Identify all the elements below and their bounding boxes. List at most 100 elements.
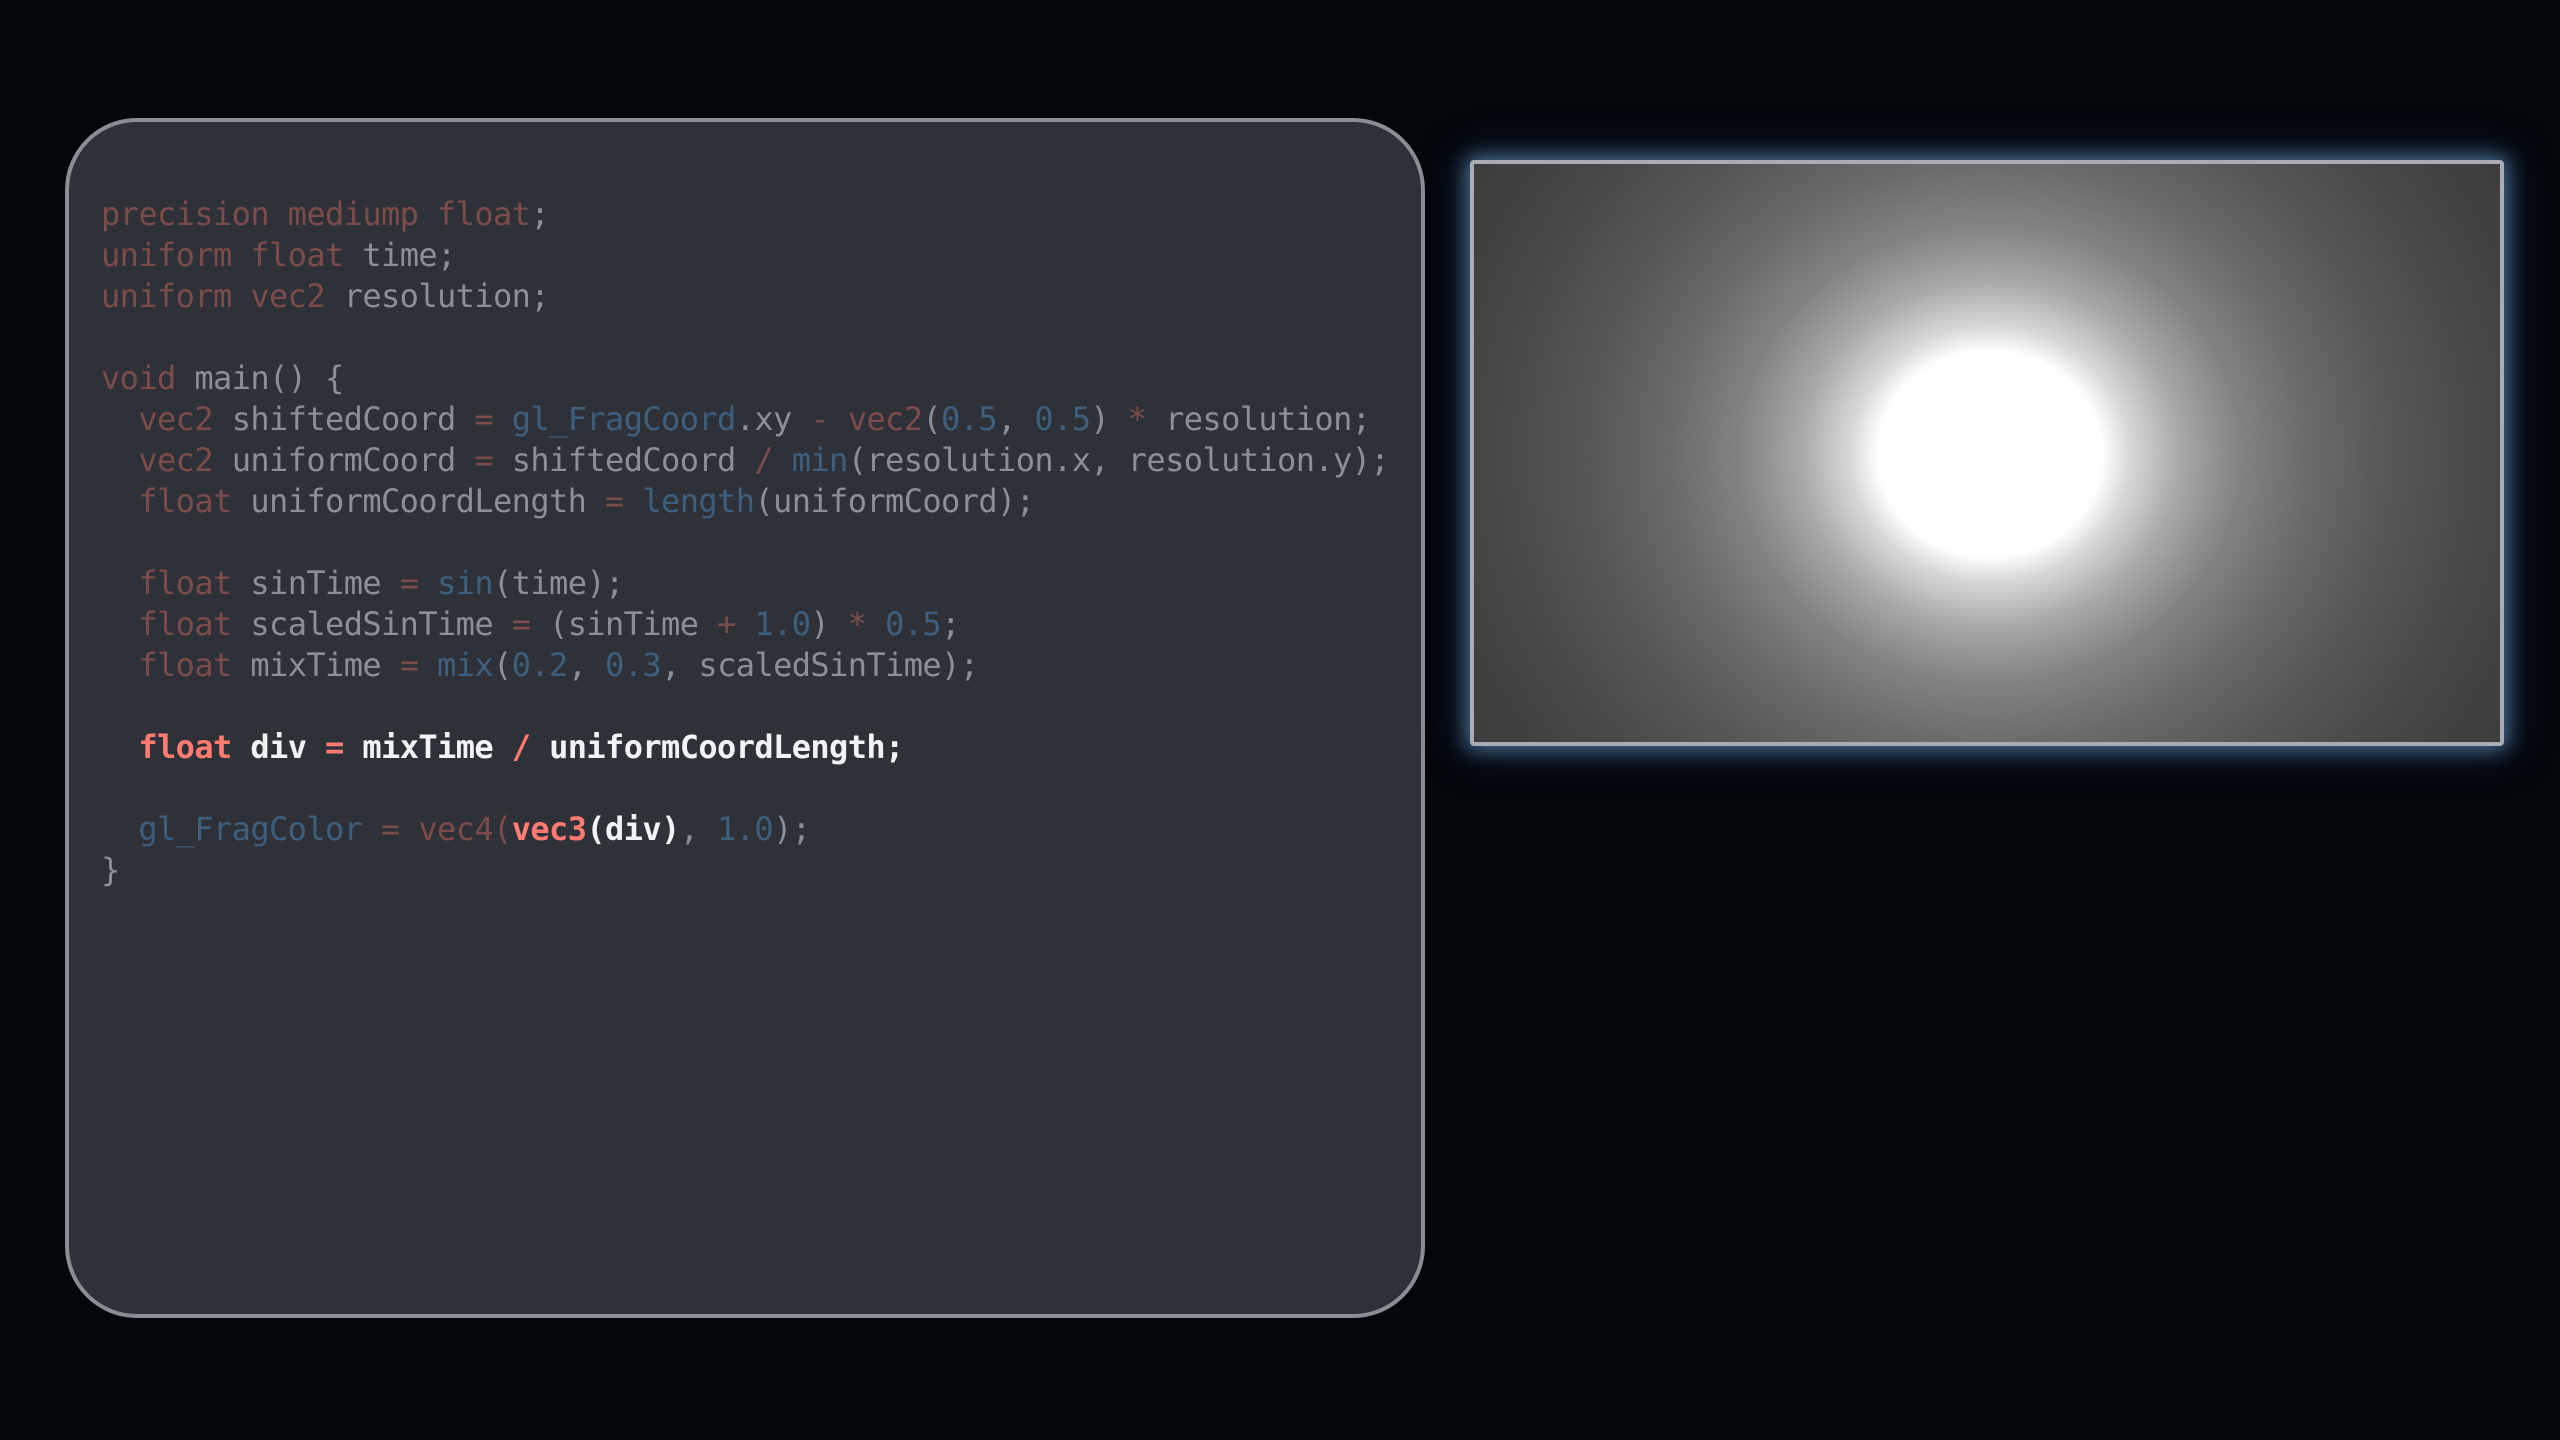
code-token: mixTime — [250, 646, 382, 684]
code-token: gl_FragColor — [138, 810, 363, 848]
code-token: ) — [810, 605, 848, 643]
code-token: mix — [437, 646, 494, 684]
code-editor-panel[interactable]: precision mediump float; uniform float ti… — [65, 118, 1425, 1318]
code-token: ; — [1351, 400, 1371, 438]
code-token: * — [847, 605, 867, 643]
code-token: = — [605, 482, 624, 520]
code-token: ); — [1351, 441, 1390, 479]
code-token: ( — [847, 441, 867, 479]
code-token: min — [791, 441, 849, 479]
code-token: , — [1090, 441, 1128, 479]
code-token: = — [381, 810, 400, 848]
code-token: mixTime — [362, 728, 494, 766]
code-token: div — [250, 728, 307, 766]
code-token: resolution.y — [1127, 441, 1353, 479]
code-token: ( — [922, 400, 942, 438]
code-token: float — [138, 728, 232, 766]
code-line: precision mediump float; — [101, 194, 1389, 235]
code-token: , — [679, 810, 718, 848]
code-token: float — [138, 646, 232, 684]
code-token: ( — [586, 810, 606, 848]
code-line: float mixTime = mix(0.2, 0.3, scaledSinT… — [101, 645, 1389, 686]
shader-code: precision mediump float; uniform float ti… — [101, 194, 1390, 891]
code-token: ); — [941, 646, 979, 684]
code-token: main — [194, 359, 270, 397]
code-token: 0.5 — [885, 605, 942, 643]
code-token: vec3 — [511, 810, 587, 848]
code-token: ( — [754, 482, 774, 520]
code-token: uniformCoordLength — [250, 482, 587, 520]
code-token: float — [138, 605, 232, 643]
code-line: vec2 uniformCoord = shiftedCoord / min(r… — [101, 440, 1389, 481]
code-token: float — [250, 236, 344, 274]
code-token: ; — [530, 195, 550, 233]
code-line: float div = mixTime / uniformCoordLength… — [101, 727, 1389, 768]
code-token: 0.5 — [941, 400, 998, 438]
code-token: ); — [773, 810, 811, 848]
code-token: + — [717, 605, 736, 643]
code-token: = — [399, 564, 419, 602]
code-token: } — [101, 851, 120, 889]
code-token: resolution — [343, 277, 531, 315]
shader-preview-canvas[interactable] — [1470, 160, 2504, 746]
code-token: uniformCoordLength — [549, 728, 886, 766]
code-token: / — [511, 728, 531, 766]
code-token: = — [474, 441, 494, 479]
code-token: precision — [101, 195, 270, 233]
code-token: 0.5 — [1034, 400, 1091, 438]
code-token: resolution — [1165, 400, 1352, 438]
code-token: uniformCoord — [773, 482, 998, 520]
code-line: uniform vec2 resolution; — [101, 276, 1389, 317]
code-token: () { — [269, 359, 344, 397]
code-token: uniformCoord — [231, 441, 457, 479]
code-token: mediump — [287, 195, 419, 233]
code-token: = — [474, 400, 494, 438]
code-line: float uniformCoordLength = length(unifor… — [101, 481, 1389, 522]
code-token: shiftedCoord — [231, 400, 457, 438]
code-token: float — [138, 482, 232, 520]
code-token: vec2 — [138, 441, 214, 479]
code-token: .xy — [735, 400, 793, 438]
code-token: sin — [437, 564, 494, 602]
code-token: = — [325, 728, 344, 766]
code-token: float — [138, 564, 232, 602]
code-token: 0.2 — [511, 646, 569, 684]
code-token: , — [997, 400, 1035, 438]
code-token: uniform — [101, 236, 232, 274]
code-token: vec2 — [847, 400, 923, 438]
code-line: void main() { — [101, 358, 1389, 399]
code-token: ( — [493, 564, 512, 602]
code-token: scaledSinTime — [250, 605, 494, 643]
code-token: ( — [493, 810, 512, 848]
code-line: float scaledSinTime = (sinTime + 1.0) * … — [101, 604, 1389, 645]
code-token: ) — [1090, 400, 1128, 438]
code-token: void — [101, 359, 176, 397]
code-token: = — [399, 646, 419, 684]
code-token: sinTime — [567, 605, 699, 643]
